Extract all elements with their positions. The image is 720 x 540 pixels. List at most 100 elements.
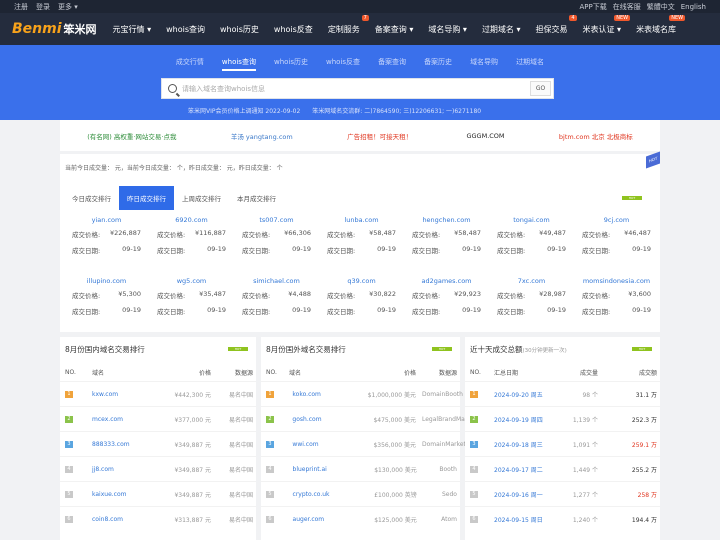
price-label: 成交价格: [497,292,526,300]
row-domain-link[interactable]: wwi.com [286,441,345,448]
notice-1[interactable]: 笨米网域名交流群: 二)7864590; 三)12206631; 一)62711… [312,108,481,115]
deal-domain-link[interactable]: 7xc.com [489,277,574,285]
nav-item-0[interactable]: 元宝行情 ▾ [113,24,152,35]
search-tab-4[interactable]: 备案查询 [378,57,406,71]
deal-price: ¥58,487 [369,229,396,237]
price-label: 成交价格: [327,231,356,239]
nav-item-10[interactable]: 米表域名库 NEW [636,14,686,35]
ad-link-4[interactable]: bjtm.com 北京 北极商标 [559,131,633,141]
top-link-0[interactable]: 注册 [14,3,28,11]
ad-link-3[interactable]: GGGM.COM [466,132,504,140]
deal-domain-link[interactable]: simichael.com [234,277,319,285]
top-right-link-2[interactable]: 繁體中文 [647,3,675,11]
search-tab-6[interactable]: 域名导购 [470,57,498,71]
deal-domain-link[interactable]: ad2games.com [404,277,489,285]
volume-stats: 当前今日成交量： 元，当前今日成交量： 个，昨日成交量： 元，昨日成交量： 个 … [60,151,660,182]
row-source: Atom [441,515,457,523]
date-label: 成交日期: [242,308,271,316]
deal-date-line: 成交日期: 09-19 [319,306,404,316]
top-right-link-3[interactable]: English [681,3,706,11]
deal-price-line: 成交价格: ¥49,487 [489,229,574,239]
site-logo[interactable]: Benmi 笨米网 [12,21,97,37]
nav-item-2[interactable]: whois历史 [220,24,259,35]
deal-domain-link[interactable]: tongai.com [489,216,574,224]
deal-domain-link[interactable]: ts007.com [234,216,319,224]
go-button[interactable]: GO [530,81,551,96]
row-domain-link[interactable]: coin8.com [86,516,146,523]
deal-domain-link[interactable]: q39.com [319,277,404,285]
top-link-1[interactable]: 登录 [36,3,50,11]
row-price: 1,091 个 [572,441,598,449]
row-domain-link[interactable]: 2024-09-17 周二 [491,465,549,474]
nav-item-9[interactable]: 米表认证 ▾ NEW [583,14,631,35]
row-domain-link[interactable]: blueprint.ai [287,466,346,473]
nav-item-6[interactable]: 域名导购 ▾ [428,24,467,35]
rank-tab-2[interactable]: 上周成交排行 [174,186,229,210]
main-nav: Benmi 笨米网 元宝行情 ▾ whois查询 whois历史 whois反查 定制服… [0,13,720,45]
search-tab-7[interactable]: 过期域名 [516,57,544,71]
nav-item-5[interactable]: 备案查询 ▾ [375,24,414,35]
rank-tab-0[interactable]: 今日成交排行 [64,186,119,210]
date-label: 成交日期: [72,308,101,316]
search-tab-0[interactable]: 成交行情 [176,57,204,71]
row-domain-link[interactable]: 2024-09-18 周三 [491,440,549,449]
deal-domain-link[interactable]: illupino.com [64,277,149,285]
deal-date: 09-19 [632,245,651,253]
deal-date: 09-19 [632,306,651,314]
row-domain-link[interactable]: auger.com [287,516,346,523]
nav-item-8[interactable]: 担保交易 4 [536,14,577,35]
row-rank: 3 [261,440,286,448]
deal-domain-link[interactable]: lunba.com [319,216,404,224]
nav-item-7[interactable]: 过期域名 ▾ [482,24,521,35]
nav-item-3[interactable]: whois反查 [274,24,313,35]
deal-domain-link[interactable]: wg5.com [149,277,234,285]
row-domain-link[interactable]: 2024-09-20 周五 [491,390,549,399]
deal-domain-link[interactable]: yian.com [64,216,149,224]
row-price: ¥442,300 元 [174,391,211,399]
panel-title: 近十天成交总额(30分钟更新一次) [465,337,660,362]
top-link-2[interactable]: 更多 ▾ [58,3,78,11]
deal-domain-link[interactable]: 6920.com [149,216,234,224]
row-domain-link[interactable]: 888333.com [86,441,146,448]
deal-date-line: 成交日期: 09-19 [234,306,319,316]
search-input[interactable] [182,82,482,95]
table-row: 2 2024-09-19 周四 1,139 个 252.3 万 [465,406,660,431]
row-domain-link[interactable]: crypto.co.uk [287,491,346,498]
deal-price: ¥49,487 [539,229,566,237]
deal-price: ¥35,487 [199,290,226,298]
deal-date: 09-19 [292,245,311,253]
search-tab-1[interactable]: whois查询 [221,57,256,71]
rank-number: 4 [65,466,73,473]
deal-domain-link[interactable]: 9cj.com [574,216,659,224]
rank-tab-3[interactable]: 本月成交排行 [229,186,284,210]
row-domain-link[interactable]: koko.com [286,391,345,398]
deal-card: hengchen.com 成交价格: ¥58,487 成交日期: 09-19 [404,216,489,277]
top-right-link-1[interactable]: 在线客服 [613,3,641,11]
rank-tab-1[interactable]: 昨日成交排行 [119,186,174,210]
row-domain-link[interactable]: 2024-09-16 周一 [491,490,549,499]
search-tab-5[interactable]: 备案历史 [424,57,452,71]
top-right-link-0[interactable]: APP下载 [579,3,606,11]
table-row: 6 auger.com $125,000 美元 Atom [261,506,460,531]
search-tab-2[interactable]: whois历史 [274,57,308,71]
deal-domain-link[interactable]: momsindonesia.com [574,277,659,285]
ad-link-2[interactable]: 广告招租！可接天租！ [347,131,412,141]
search-tab-3[interactable]: whois反查 [326,57,360,71]
deal-price-line: 成交价格: ¥46,487 [574,229,659,239]
row-rank: 1 [261,390,286,398]
deal-domain-link[interactable]: hengchen.com [404,216,489,224]
nav-item-4[interactable]: 定制服务 7 [328,14,369,35]
nav-item-1[interactable]: whois查询 [166,24,205,35]
row-domain-link[interactable]: 2024-09-19 周四 [491,415,549,424]
ad-link-1[interactable]: 羊汤 yangtang.com [231,131,293,141]
price-label: 成交价格: [157,292,186,300]
row-domain-link[interactable]: jj8.com [86,466,146,473]
ad-link-0[interactable]: (有名网) 高权重·网站交易·点我 [87,131,176,141]
row-domain-link[interactable]: mcex.com [86,416,146,423]
row-domain-link[interactable]: gosh.com [286,416,345,423]
notice-0[interactable]: 笨米网VIP会员价格上调通知 2022-09-02 [188,108,300,115]
top-bar-right: APP下载 在线客服 繁體中文 English [573,2,706,12]
row-domain-link[interactable]: kaixue.com [86,491,146,498]
row-domain-link[interactable]: 2024-09-15 周日 [491,515,549,524]
row-domain-link[interactable]: kxw.com [86,391,146,398]
